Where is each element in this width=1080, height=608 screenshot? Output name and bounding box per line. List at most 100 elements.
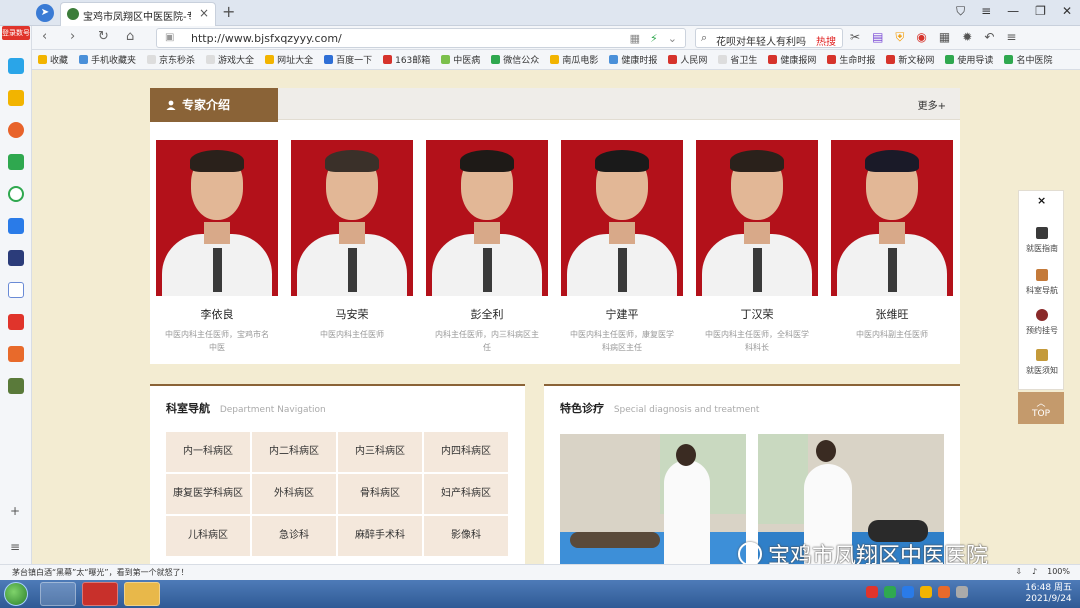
sidebar-app-icon[interactable] bbox=[8, 314, 24, 330]
department-link[interactable]: 儿科病区 bbox=[166, 516, 250, 556]
lightning-icon[interactable]: ⚡ bbox=[650, 32, 658, 45]
home-icon[interactable]: ⌂ bbox=[126, 29, 134, 44]
doctor-photo[interactable] bbox=[426, 140, 548, 296]
address-bar[interactable]: ▣ http://www.bjsfxqzyyy.com/ ▦ ⚡ ⌄ bbox=[156, 28, 686, 48]
taskbar-browser-icon[interactable] bbox=[40, 582, 76, 606]
department-link[interactable]: 麻醉手术科 bbox=[338, 516, 422, 556]
sidebar-news-icon[interactable] bbox=[8, 250, 24, 266]
search-input[interactable]: 花呗对年轻人有利吗 bbox=[716, 33, 806, 48]
search-box[interactable]: ⌕ 花呗对年轻人有利吗 热搜 bbox=[695, 28, 843, 48]
bookmark-item[interactable]: 百度一下 bbox=[324, 53, 372, 66]
close-icon[interactable]: × bbox=[1037, 194, 1046, 207]
restore-icon[interactable]: ❐ bbox=[1035, 4, 1046, 19]
department-link[interactable]: 内一科病区 bbox=[166, 432, 250, 472]
bookmark-item[interactable]: 手机收藏夹 bbox=[79, 53, 136, 66]
doctor-card[interactable]: 彭全利 内科主任医师，内三科病区主任 bbox=[426, 140, 548, 354]
bookmark-item[interactable]: 游戏大全 bbox=[206, 53, 254, 66]
tray-update-icon[interactable] bbox=[938, 586, 950, 598]
taskbar-folder-icon[interactable] bbox=[124, 582, 160, 606]
bookmark-item[interactable]: 使用导读 bbox=[945, 53, 993, 66]
bookmark-item[interactable]: 网址大全 bbox=[265, 53, 313, 66]
back-to-top-button[interactable]: ︿ TOP bbox=[1018, 392, 1064, 424]
sidebar-weibo-icon[interactable] bbox=[8, 122, 24, 138]
doctor-name[interactable]: 宁建平 bbox=[561, 306, 683, 322]
forward-icon[interactable]: › bbox=[70, 29, 75, 44]
page-info-icon[interactable]: ▣ bbox=[165, 32, 174, 43]
start-button-icon[interactable] bbox=[4, 582, 28, 606]
taskbar-wps-icon[interactable] bbox=[82, 582, 118, 606]
game-icon[interactable]: ◉ bbox=[916, 30, 926, 45]
url-text[interactable]: http://www.bjsfxqzyyy.com/ bbox=[191, 32, 342, 45]
more-icon[interactable]: ≡ bbox=[1006, 30, 1016, 45]
back-icon[interactable]: ‹ bbox=[42, 29, 47, 44]
doctor-photo[interactable] bbox=[291, 140, 413, 296]
browser-home-icon[interactable]: ➤ bbox=[36, 4, 54, 22]
settings-icon[interactable]: ✹ bbox=[962, 30, 972, 45]
hot-search-badge[interactable]: 热搜 bbox=[816, 33, 836, 48]
tray-s-icon[interactable] bbox=[866, 586, 878, 598]
department-link[interactable]: 内四科病区 bbox=[424, 432, 508, 472]
sidebar-mail-icon[interactable] bbox=[8, 154, 24, 170]
grid-icon[interactable]: ▦ bbox=[630, 32, 640, 45]
doctor-card[interactable]: 丁汉荣 中医内科主任医师，全科医学科科长 bbox=[696, 140, 818, 354]
sidebar-p-icon[interactable] bbox=[8, 218, 24, 234]
sidebar-game-icon[interactable] bbox=[8, 346, 24, 362]
department-link[interactable]: 急诊科 bbox=[252, 516, 336, 556]
zoom-level[interactable]: 100% bbox=[1047, 567, 1070, 576]
minimize-icon[interactable]: — bbox=[1007, 4, 1019, 19]
sidebar-doc-icon[interactable] bbox=[8, 282, 24, 298]
sidebar-list-icon[interactable]: ≡ bbox=[10, 540, 20, 554]
doctor-name[interactable]: 李依良 bbox=[156, 306, 278, 322]
department-link[interactable]: 妇产科病区 bbox=[424, 474, 508, 514]
doctor-card[interactable]: 张维旺 中医内科副主任医师 bbox=[831, 140, 953, 341]
window-close-icon[interactable]: ✕ bbox=[1062, 4, 1072, 19]
department-link[interactable]: 内三科病区 bbox=[338, 432, 422, 472]
tab-close-icon[interactable]: × bbox=[199, 6, 209, 20]
doctor-card[interactable]: 宁建平 中医内科主任医师，康复医学科病区主任 bbox=[561, 140, 683, 354]
float-nav-notice[interactable]: 就医须知 bbox=[1019, 349, 1065, 376]
bookmark-item[interactable]: 京东秒杀 bbox=[147, 53, 195, 66]
sidebar-cloud-icon[interactable] bbox=[8, 186, 24, 202]
bookmark-item[interactable]: 163邮箱 bbox=[383, 53, 430, 66]
browser-tab[interactable]: 宝鸡市凤翔区中医医院-专科特色 × bbox=[60, 2, 216, 26]
tray-security-icon[interactable] bbox=[884, 586, 896, 598]
doctor-name[interactable]: 张维旺 bbox=[831, 306, 953, 322]
doctor-card[interactable]: 马安荣 中医内科主任医师 bbox=[291, 140, 413, 341]
login-badge[interactable]: 登录数号 bbox=[2, 26, 30, 40]
department-link[interactable]: 内二科病区 bbox=[252, 432, 336, 472]
shirt-skin-icon[interactable]: ⛉ bbox=[956, 4, 965, 19]
tray-network-icon[interactable] bbox=[902, 586, 914, 598]
bookmark-item[interactable]: 微信公众 bbox=[491, 53, 539, 66]
volume-icon[interactable]: ♪ bbox=[1032, 567, 1037, 576]
bookmark-item[interactable]: 生命时报 bbox=[827, 53, 875, 66]
float-nav-appointment[interactable]: 预约挂号 bbox=[1019, 309, 1065, 336]
sidebar-add-icon[interactable]: + bbox=[10, 504, 20, 518]
shield-icon[interactable]: ⛨ bbox=[895, 30, 904, 45]
tray-volume-icon[interactable] bbox=[956, 586, 968, 598]
menu-icon[interactable]: ≡ bbox=[981, 4, 991, 19]
bookmark-item[interactable]: 收藏 bbox=[38, 53, 68, 66]
download-icon[interactable]: ⇩ bbox=[1015, 567, 1022, 576]
department-link[interactable]: 骨科病区 bbox=[338, 474, 422, 514]
bookmark-item[interactable]: 中医病 bbox=[441, 53, 480, 66]
float-nav-department[interactable]: 科室导航 bbox=[1019, 269, 1065, 296]
doctor-photo[interactable] bbox=[696, 140, 818, 296]
doctor-photo[interactable] bbox=[561, 140, 683, 296]
expert-section-tab[interactable]: 专家介绍 bbox=[150, 88, 278, 122]
doctor-name[interactable]: 彭全利 bbox=[426, 306, 548, 322]
department-link[interactable]: 康复医学科病区 bbox=[166, 474, 250, 514]
undo-icon[interactable]: ↶ bbox=[984, 30, 994, 45]
reload-icon[interactable]: ↻ bbox=[98, 29, 109, 44]
tray-shield-icon[interactable] bbox=[920, 586, 932, 598]
apps-icon[interactable]: ▦ bbox=[939, 30, 950, 45]
sidebar-plus-icon[interactable] bbox=[8, 58, 24, 74]
department-link[interactable]: 外科病区 bbox=[252, 474, 336, 514]
scissors-icon[interactable]: ✂ bbox=[850, 30, 860, 45]
bookmark-item[interactable]: 人民网 bbox=[668, 53, 707, 66]
sidebar-star-icon[interactable] bbox=[8, 90, 24, 106]
department-link[interactable]: 影像科 bbox=[424, 516, 508, 556]
doctor-card[interactable]: 李依良 中医内科主任医师，宝鸡市名中医 bbox=[156, 140, 278, 354]
bookmark-item[interactable]: 健康报网 bbox=[768, 53, 816, 66]
sidebar-photo-icon[interactable] bbox=[8, 378, 24, 394]
bookmark-item[interactable]: 南瓜电影 bbox=[550, 53, 598, 66]
